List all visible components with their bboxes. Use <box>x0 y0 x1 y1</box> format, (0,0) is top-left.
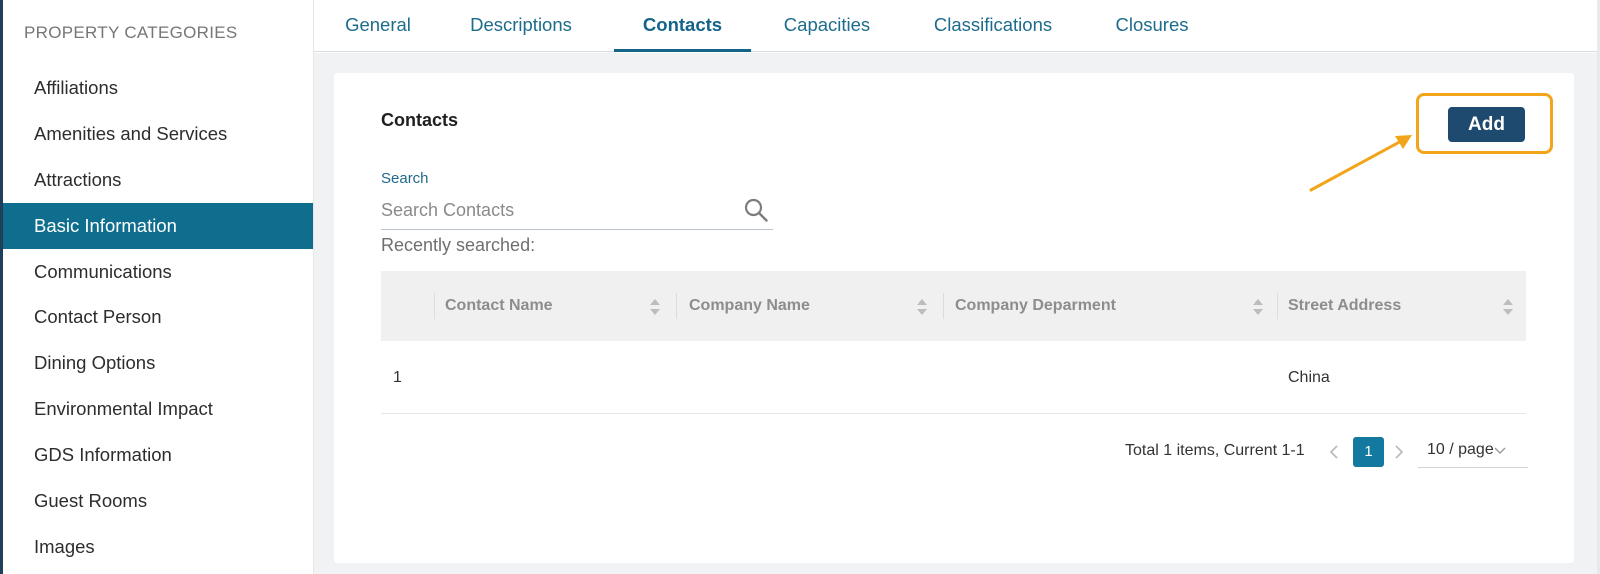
sidebar: PROPERTY CATEGORIES Affiliations Ameniti… <box>0 0 313 574</box>
sidebar-item-communications[interactable]: Communications <box>3 249 313 295</box>
sort-icon[interactable] <box>1252 297 1264 317</box>
sidebar-item-contact-person[interactable]: Contact Person <box>3 294 313 340</box>
table-row[interactable]: 1 China <box>381 341 1526 414</box>
sidebar-header: PROPERTY CATEGORIES <box>24 23 238 42</box>
sidebar-item-affiliations[interactable]: Affiliations <box>3 65 313 111</box>
column-header-company-name[interactable]: Company Name <box>689 271 810 341</box>
column-separator <box>943 293 944 319</box>
sort-icon[interactable] <box>1502 297 1514 317</box>
table-header: Contact Name Company Name Company Deparm… <box>381 271 1526 341</box>
sort-icon[interactable] <box>649 297 661 317</box>
sidebar-item-guest-rooms[interactable]: Guest Rooms <box>3 478 313 524</box>
sidebar-item-dining-options[interactable]: Dining Options <box>3 340 313 386</box>
column-header-street-address[interactable]: Street Address <box>1288 271 1401 341</box>
pagination-next-icon[interactable] <box>1393 444 1405 460</box>
add-button[interactable]: Add <box>1448 107 1525 142</box>
column-separator <box>434 293 435 319</box>
sidebar-item-basic-information[interactable]: Basic Information <box>3 202 313 249</box>
tab-contacts[interactable]: Contacts <box>614 0 751 52</box>
tab-bar: General Descriptions Contacts Capacities… <box>314 0 1600 52</box>
page-title: Contacts <box>381 110 459 130</box>
sidebar-item-attractions[interactable]: Attractions <box>3 157 313 203</box>
sidebar-item-amenities-and-services[interactable]: Amenities and Services <box>3 111 313 157</box>
tab-descriptions[interactable]: Descriptions <box>466 0 576 52</box>
row-index: 1 <box>393 369 402 386</box>
tab-classifications[interactable]: Classifications <box>931 0 1055 52</box>
tab-closures[interactable]: Closures <box>1114 0 1190 52</box>
sidebar-list: Affiliations Amenities and Services Attr… <box>3 65 313 570</box>
search-icon[interactable] <box>743 197 769 223</box>
search-input[interactable] <box>381 193 731 227</box>
tab-capacities[interactable]: Capacities <box>781 0 873 52</box>
column-separator <box>676 293 677 319</box>
pagination-page-1[interactable]: 1 <box>1353 437 1384 467</box>
page-size-select[interactable]: 10 / page <box>1418 434 1528 468</box>
cell-street-address: China <box>1288 369 1330 386</box>
column-header-contact-name[interactable]: Contact Name <box>445 271 553 341</box>
search-field <box>381 193 773 230</box>
tab-general[interactable]: General <box>344 0 412 52</box>
sort-icon[interactable] <box>916 297 928 317</box>
chevron-down-icon <box>1494 447 1506 454</box>
column-separator <box>1277 293 1278 319</box>
search-label: Search <box>381 170 429 187</box>
sidebar-item-environmental-impact[interactable]: Environmental Impact <box>3 386 313 432</box>
pagination-prev-icon[interactable] <box>1328 444 1340 460</box>
sidebar-item-images[interactable]: Images <box>3 524 313 570</box>
sidebar-item-gds-information[interactable]: GDS Information <box>3 432 313 478</box>
recently-searched-label: Recently searched: <box>381 235 536 255</box>
pointer-arrow-icon <box>1309 135 1412 192</box>
page-size-value: 10 / page <box>1427 441 1494 458</box>
pagination-total: Total 1 items, Current 1-1 <box>1125 442 1305 459</box>
column-header-company-department[interactable]: Company Deparment <box>955 271 1116 341</box>
